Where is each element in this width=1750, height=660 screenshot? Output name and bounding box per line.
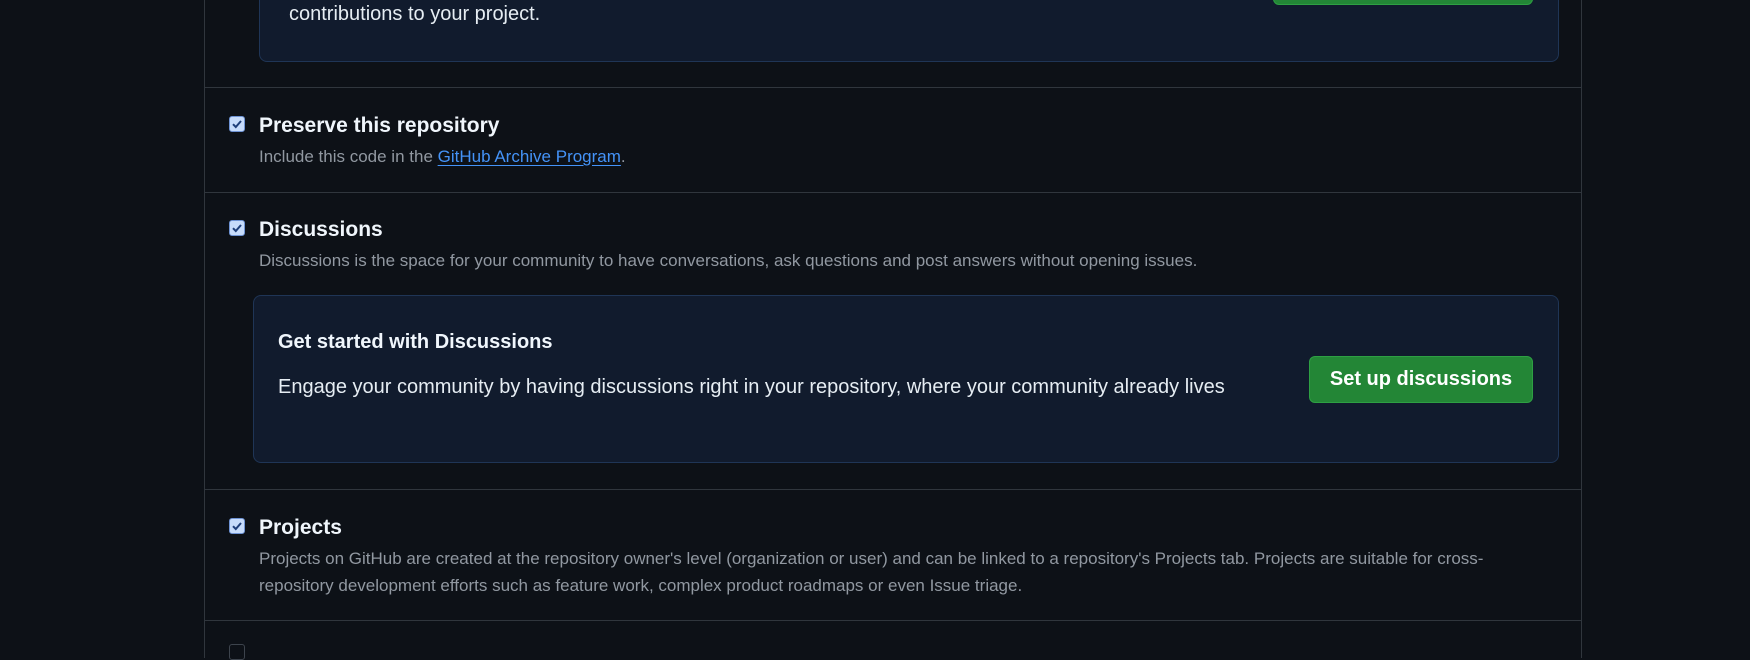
- preserve-checkbox[interactable]: [229, 116, 245, 132]
- preserve-description: Include this code in the GitHub Archive …: [259, 143, 626, 170]
- discussions-description: Discussions is the space for your commun…: [259, 251, 1198, 270]
- discussions-checkbox[interactable]: [229, 220, 245, 236]
- discussions-callout-title: Get started with Discussions: [278, 331, 553, 353]
- discussions-callout: Get started with Discussions Engage your…: [253, 295, 1559, 463]
- github-archive-program-link[interactable]: GitHub Archive Program: [438, 147, 621, 166]
- preserve-desc-prefix: Include this code in the: [259, 147, 438, 166]
- projects-description: Projects on GitHub are created at the re…: [259, 549, 1484, 595]
- top-callout-button[interactable]: [1273, 0, 1533, 5]
- top-callout-text: contributions to your project.: [289, 3, 541, 25]
- set-up-discussions-button[interactable]: Set up discussions: [1309, 356, 1533, 403]
- preserve-title: Preserve this repository: [259, 114, 500, 137]
- projects-title: Projects: [259, 516, 342, 539]
- top-callout: contributions to your project.: [259, 0, 1559, 62]
- divider: [205, 87, 1581, 88]
- projects-checkbox[interactable]: [229, 518, 245, 534]
- next-setting-checkbox[interactable]: [229, 644, 245, 660]
- divider: [205, 192, 1581, 193]
- preserve-desc-suffix: .: [620, 147, 626, 166]
- check-icon: [232, 522, 242, 531]
- divider: [205, 489, 1581, 490]
- repository-features-panel: contributions to your project. Preserve …: [204, 0, 1582, 660]
- check-icon: [232, 224, 242, 233]
- divider: [205, 620, 1581, 621]
- discussions-title: Discussions: [259, 218, 383, 241]
- check-icon: [232, 120, 242, 129]
- discussions-callout-body: Engage your community by having discussi…: [278, 376, 1225, 398]
